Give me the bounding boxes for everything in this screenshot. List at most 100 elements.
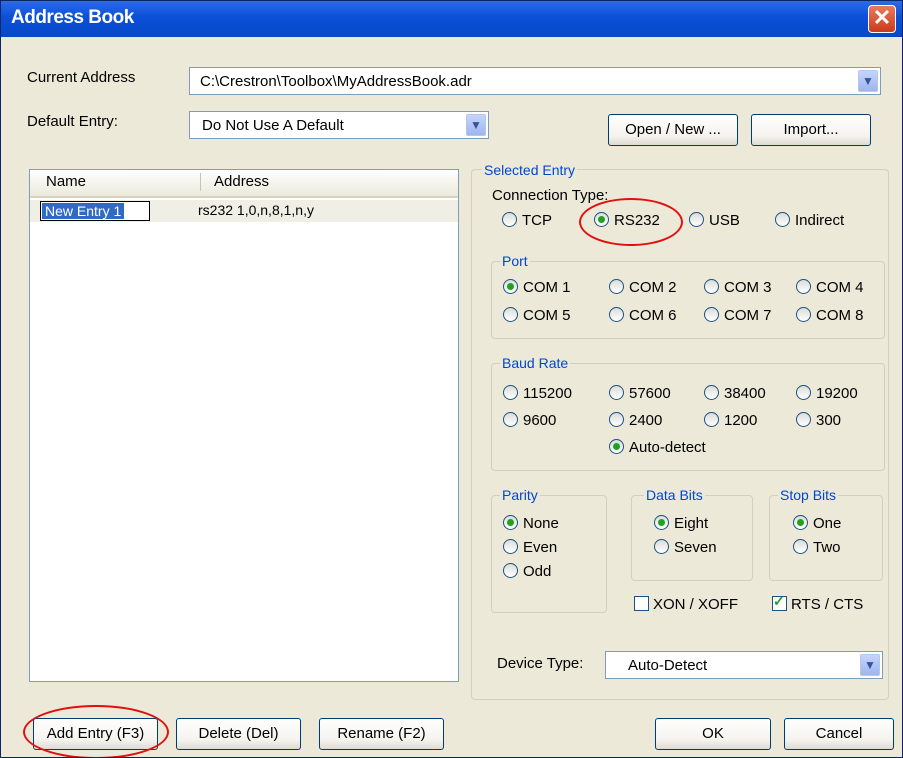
radio-rs232[interactable]: RS232 <box>594 212 660 232</box>
radio-circle <box>796 385 811 400</box>
radio-circle <box>704 279 719 294</box>
radio-com7[interactable]: COM 7 <box>704 307 772 327</box>
radio-parity-odd[interactable]: Odd <box>503 563 551 583</box>
address-list[interactable]: Name Address New Entry 1 rs232 1,0,n,8,1… <box>29 169 459 682</box>
data-bits-group: Data Bits <box>631 487 753 581</box>
port-group: Port <box>491 253 885 339</box>
rts-cts-checkbox[interactable]: RTS / CTS <box>772 593 863 616</box>
radio-baud-auto-detect[interactable]: Auto-detect <box>609 439 706 459</box>
radio-circle-selected <box>793 515 808 530</box>
column-divider[interactable] <box>200 173 201 191</box>
connection-type-label: Connection Type: <box>492 187 609 204</box>
baud-rate-title: Baud Rate <box>500 355 571 371</box>
radio-circle <box>796 279 811 294</box>
radio-baud-300[interactable]: 300 <box>796 412 841 432</box>
checkbox-box-checked <box>772 593 787 611</box>
radio-circle <box>503 412 518 427</box>
rename-button[interactable]: Rename (F2) <box>319 718 444 750</box>
radio-baud-9600[interactable]: 9600 <box>503 412 556 432</box>
radio-indirect[interactable]: Indirect <box>775 212 844 232</box>
radio-data-bits-seven[interactable]: Seven <box>654 539 717 559</box>
radio-baud-19200[interactable]: 19200 <box>796 385 858 405</box>
stop-bits-group: Stop Bits <box>769 487 883 581</box>
radio-circle <box>502 212 517 227</box>
entry-address: rs232 1,0,n,8,1,n,y <box>198 202 314 218</box>
cancel-button[interactable]: Cancel <box>784 718 894 750</box>
radio-data-bits-eight[interactable]: Eight <box>654 515 708 535</box>
radio-circle-selected <box>503 515 518 530</box>
radio-circle <box>503 385 518 400</box>
radio-com4[interactable]: COM 4 <box>796 279 864 299</box>
radio-baud-57600[interactable]: 57600 <box>609 385 671 405</box>
radio-baud-2400[interactable]: 2400 <box>609 412 662 432</box>
radio-circle-selected <box>594 212 609 227</box>
stop-bits-title: Stop Bits <box>778 487 839 503</box>
radio-com6[interactable]: COM 6 <box>609 307 677 327</box>
title-bar: Address Book ✕ <box>1 1 902 37</box>
radio-com1[interactable]: COM 1 <box>503 279 571 299</box>
column-header-address[interactable]: Address <box>214 173 269 190</box>
radio-com5[interactable]: COM 5 <box>503 307 571 327</box>
device-type-label: Device Type: <box>497 655 584 672</box>
current-address-label: Current Address <box>27 69 136 86</box>
radio-circle-selected <box>503 279 518 294</box>
radio-circle <box>704 307 719 322</box>
close-icon: ✕ <box>872 5 892 30</box>
radio-baud-115200[interactable]: 115200 <box>503 385 572 405</box>
table-row[interactable]: New Entry 1 rs232 1,0,n,8,1,n,y <box>30 200 458 222</box>
entry-name-text[interactable]: New Entry 1 <box>42 203 125 219</box>
add-entry-button[interactable]: Add Entry (F3) <box>33 718 158 750</box>
radio-circle <box>503 307 518 322</box>
radio-circle <box>609 385 624 400</box>
default-entry-label: Default Entry: <box>27 113 118 130</box>
list-header: Name Address <box>30 170 458 198</box>
radio-parity-none[interactable]: None <box>503 515 559 535</box>
delete-button[interactable]: Delete (Del) <box>176 718 301 750</box>
port-title: Port <box>500 253 530 269</box>
radio-circle <box>689 212 704 227</box>
rename-edit-field[interactable]: New Entry 1 <box>40 201 150 221</box>
address-book-dialog: Address Book ✕ Current Address C:\Crestr… <box>0 0 903 758</box>
column-header-name[interactable]: Name <box>46 173 86 190</box>
radio-circle-selected <box>609 439 624 454</box>
window-title: Address Book <box>11 7 134 28</box>
radio-circle <box>654 539 669 554</box>
radio-circle <box>609 412 624 427</box>
radio-circle <box>704 385 719 400</box>
radio-parity-even[interactable]: Even <box>503 539 557 559</box>
ok-button[interactable]: OK <box>655 718 771 750</box>
chevron-down-icon[interactable]: ▼ <box>466 114 486 136</box>
current-address-combo[interactable]: C:\Crestron\Toolbox\MyAddressBook.adr ▼ <box>189 67 881 95</box>
radio-tcp[interactable]: TCP <box>502 212 552 232</box>
parity-title: Parity <box>500 487 540 503</box>
radio-circle <box>609 279 624 294</box>
import-button[interactable]: Import... <box>751 114 871 146</box>
chevron-down-icon[interactable]: ▼ <box>860 654 880 676</box>
device-type-value: Auto-Detect <box>628 657 708 674</box>
xon-xoff-checkbox[interactable]: XON / XOFF <box>634 596 738 616</box>
data-bits-title: Data Bits <box>644 487 705 503</box>
radio-com3[interactable]: COM 3 <box>704 279 772 299</box>
radio-circle <box>503 563 518 578</box>
radio-com8[interactable]: COM 8 <box>796 307 864 327</box>
radio-baud-1200[interactable]: 1200 <box>704 412 757 432</box>
radio-circle <box>796 307 811 322</box>
close-button[interactable]: ✕ <box>868 5 896 33</box>
default-entry-combo[interactable]: Do Not Use A Default ▼ <box>189 111 489 139</box>
radio-stop-bits-one[interactable]: One <box>793 515 841 535</box>
selected-entry-title: Selected Entry <box>482 162 578 178</box>
radio-usb[interactable]: USB <box>689 212 740 232</box>
radio-circle <box>793 539 808 554</box>
open-new-button[interactable]: Open / New ... <box>608 114 738 146</box>
radio-baud-38400[interactable]: 38400 <box>704 385 766 405</box>
radio-com2[interactable]: COM 2 <box>609 279 677 299</box>
radio-circle <box>704 412 719 427</box>
current-address-value: C:\Crestron\Toolbox\MyAddressBook.adr <box>200 73 472 90</box>
default-entry-value: Do Not Use A Default <box>202 117 344 134</box>
radio-circle-selected <box>654 515 669 530</box>
radio-circle <box>775 212 790 227</box>
radio-stop-bits-two[interactable]: Two <box>793 539 841 559</box>
radio-circle <box>796 412 811 427</box>
device-type-combo[interactable]: Auto-Detect ▼ <box>605 651 883 679</box>
chevron-down-icon[interactable]: ▼ <box>858 70 878 92</box>
